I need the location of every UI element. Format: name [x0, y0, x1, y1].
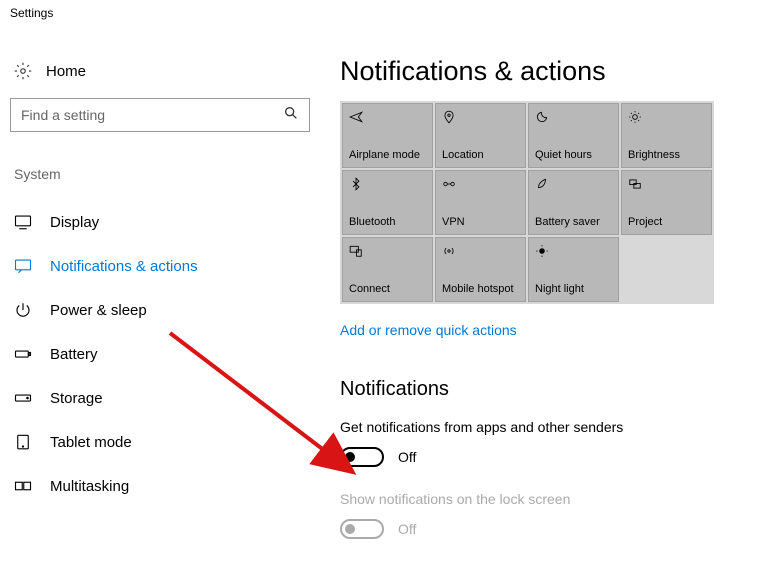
setting-get-notifications: Get notifications from apps and other se… — [340, 419, 756, 467]
brightness-icon — [628, 110, 644, 124]
quick-action-quiet[interactable]: Quiet hours — [528, 103, 619, 168]
page-title: Notifications & actions — [340, 56, 756, 87]
quick-action-label: Mobile hotspot — [442, 283, 519, 295]
quick-action-vpn[interactable]: VPN — [435, 170, 526, 235]
tablet-icon — [14, 433, 32, 451]
quick-action-label: Bluetooth — [349, 216, 426, 228]
quick-action-label: Airplane mode — [349, 149, 426, 161]
sidebar-item-battery[interactable]: Battery — [10, 332, 320, 376]
quick-action-connect[interactable]: Connect — [342, 237, 433, 302]
toggle-lock-screen-notifications — [340, 519, 384, 539]
search-input[interactable] — [21, 107, 283, 123]
quick-action-location[interactable]: Location — [435, 103, 526, 168]
home-button[interactable]: Home — [10, 56, 320, 98]
quick-action-airplane[interactable]: Airplane mode — [342, 103, 433, 168]
battery-icon — [14, 345, 32, 363]
location-icon — [442, 110, 458, 124]
sidebar-item-label: Power & sleep — [50, 302, 147, 319]
quick-action-project[interactable]: Project — [621, 170, 712, 235]
sidebar-item-multitasking[interactable]: Multitasking — [10, 464, 320, 508]
airplane-icon — [349, 110, 365, 124]
quick-action-label: Project — [628, 216, 705, 228]
sidebar-item-label: Storage — [50, 390, 103, 407]
setting-lock-screen-notifications: Show notifications on the lock screen Of… — [340, 491, 756, 539]
sidebar-item-notifications[interactable]: Notifications & actions — [10, 244, 320, 288]
hotspot-icon — [442, 244, 458, 258]
moon-icon — [535, 110, 551, 124]
home-label: Home — [46, 63, 86, 80]
quick-action-label: Brightness — [628, 149, 705, 161]
quick-action-brightness[interactable]: Brightness — [621, 103, 712, 168]
sidebar-item-label: Display — [50, 214, 99, 231]
quick-action-batterysaver[interactable]: Battery saver — [528, 170, 619, 235]
nightlight-icon — [535, 244, 551, 258]
search-icon — [283, 105, 299, 126]
quick-action-label: Connect — [349, 283, 426, 295]
vpn-icon — [442, 177, 458, 191]
content-area: Notifications & actions Airplane mode Lo… — [340, 56, 766, 563]
quick-action-label: VPN — [442, 216, 519, 228]
bluetooth-icon — [349, 177, 365, 191]
leaf-icon — [535, 177, 551, 191]
quick-actions-grid: Airplane mode Location Quiet hours Brigh… — [340, 101, 714, 304]
connect-icon — [349, 244, 365, 258]
setting-label: Show notifications on the lock screen — [340, 491, 756, 507]
sidebar: Home System Display — [0, 56, 340, 563]
sidebar-item-power[interactable]: Power & sleep — [10, 288, 320, 332]
gear-icon — [14, 62, 32, 80]
multitasking-icon — [14, 477, 32, 495]
sidebar-item-label: Notifications & actions — [50, 258, 198, 275]
notifications-section-title: Notifications — [340, 378, 756, 401]
sidebar-item-display[interactable]: Display — [10, 200, 320, 244]
quick-action-bluetooth[interactable]: Bluetooth — [342, 170, 433, 235]
category-label: System — [10, 162, 320, 200]
sidebar-item-label: Tablet mode — [50, 434, 132, 451]
toggle-get-notifications[interactable] — [340, 447, 384, 467]
sidebar-item-tablet[interactable]: Tablet mode — [10, 420, 320, 464]
add-remove-quick-actions-link[interactable]: Add or remove quick actions — [340, 322, 517, 338]
storage-icon — [14, 389, 32, 407]
toggle-state-label: Off — [398, 449, 416, 465]
power-icon — [14, 301, 32, 319]
setting-label: Get notifications from apps and other se… — [340, 419, 756, 435]
quick-action-label: Battery saver — [535, 216, 612, 228]
sidebar-item-label: Multitasking — [50, 478, 129, 495]
monitor-icon — [14, 213, 32, 231]
search-box[interactable] — [10, 98, 310, 132]
sidebar-item-label: Battery — [50, 346, 98, 363]
quick-action-label: Night light — [535, 283, 612, 295]
window-title: Settings — [0, 0, 766, 26]
message-icon — [14, 257, 32, 275]
quick-action-label: Location — [442, 149, 519, 161]
quick-action-label: Quiet hours — [535, 149, 612, 161]
quick-action-nightlight[interactable]: Night light — [528, 237, 619, 302]
sidebar-item-storage[interactable]: Storage — [10, 376, 320, 420]
quick-action-hotspot[interactable]: Mobile hotspot — [435, 237, 526, 302]
toggle-state-label: Off — [398, 521, 416, 537]
project-icon — [628, 177, 644, 191]
